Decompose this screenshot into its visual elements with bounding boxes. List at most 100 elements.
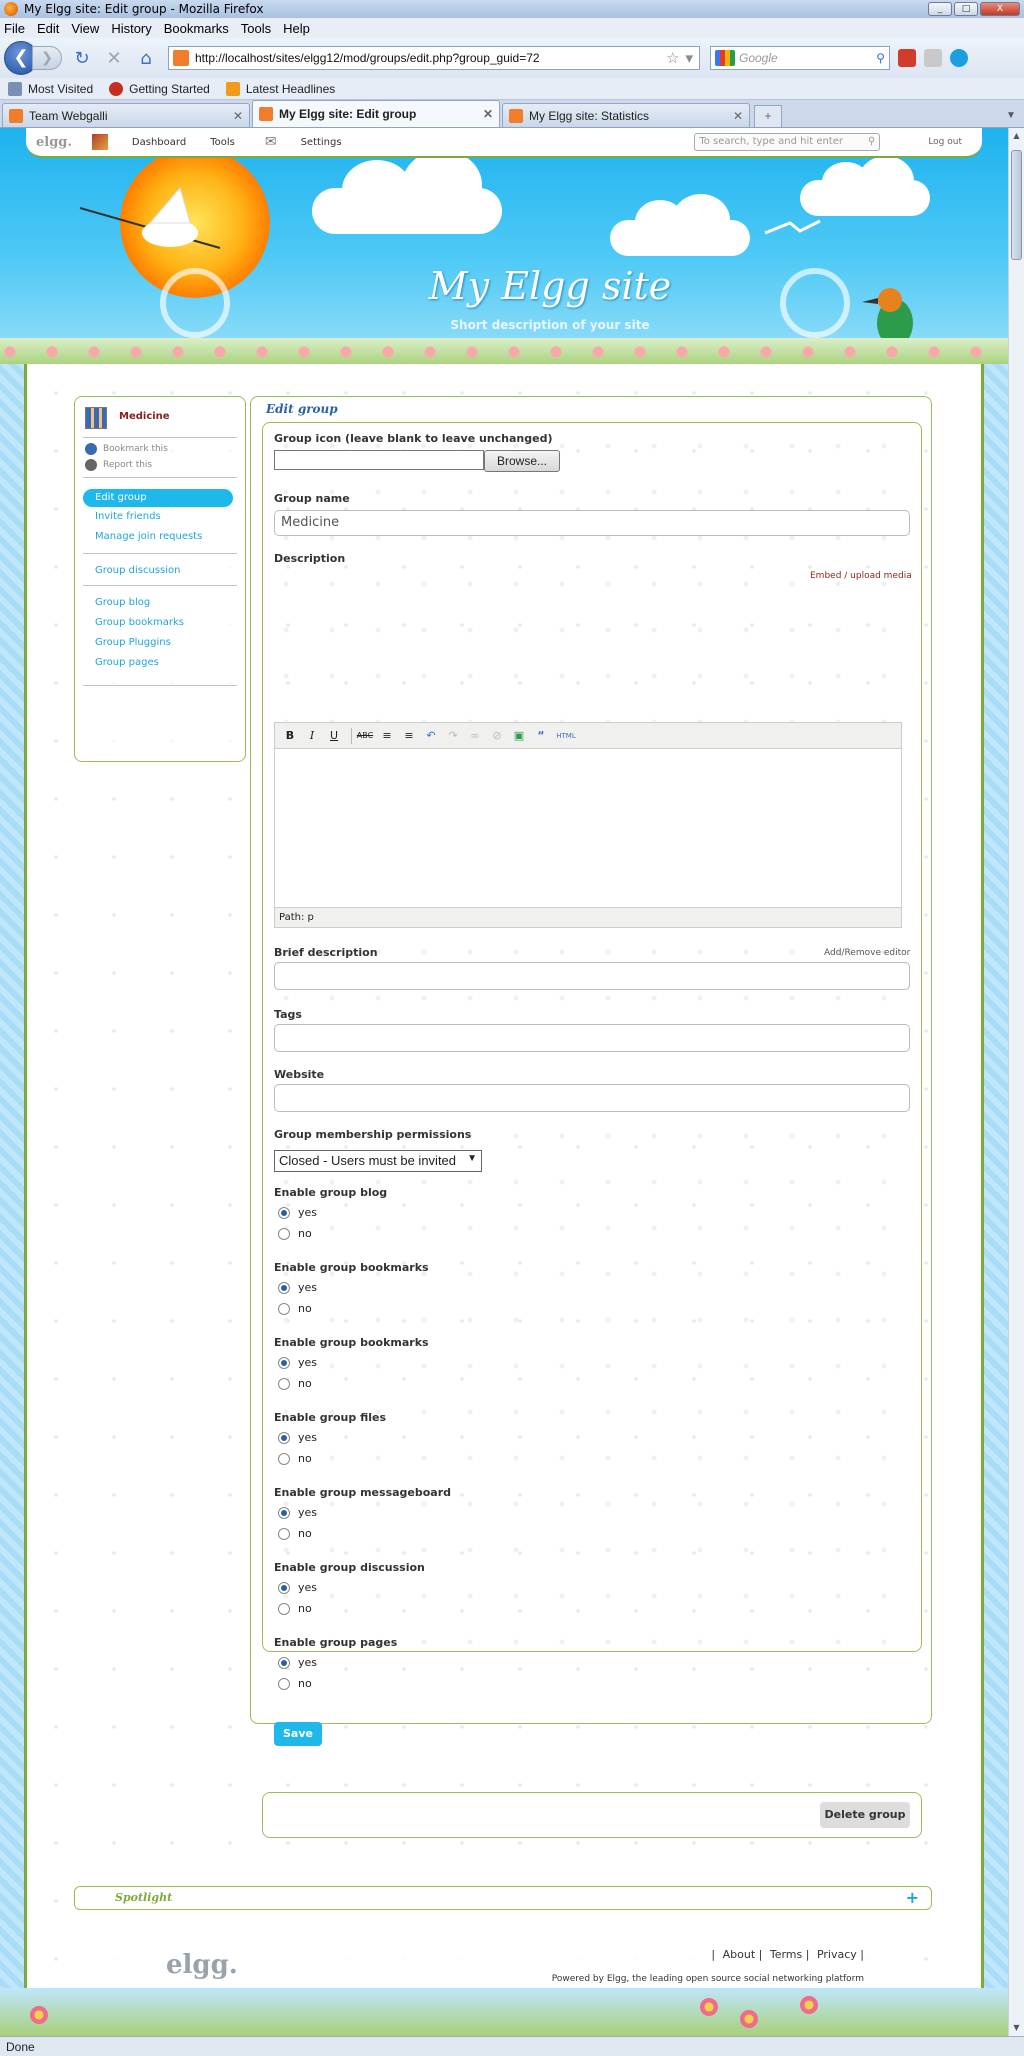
tab-edit-group[interactable]: My Elgg site: Edit group ✕ <box>252 100 500 127</box>
sidebar-item-edit-group[interactable]: Edit group <box>83 489 233 507</box>
topbar-link-dashboard[interactable]: Dashboard <box>132 137 186 148</box>
radio-button[interactable] <box>278 1227 290 1240</box>
radio-button[interactable] <box>278 1581 290 1594</box>
radio-button[interactable] <box>278 1527 290 1540</box>
bookmark-star-icon[interactable]: ☆ <box>666 49 679 67</box>
enable-pages-no[interactable]: no <box>278 1677 312 1690</box>
enable-bookmarks-no[interactable]: no <box>278 1302 312 1315</box>
enable-blog-no[interactable]: no <box>278 1227 312 1240</box>
membership-permissions-select[interactable]: Closed - Users must be invited ▼ <box>274 1150 482 1172</box>
embed-upload-media-link[interactable]: Embed / upload media <box>810 571 912 581</box>
radio-button[interactable] <box>278 1656 290 1669</box>
forward-button[interactable]: ❯ <box>32 46 62 70</box>
radio-button[interactable] <box>278 1602 290 1615</box>
description-editor[interactable]: B I U ABC ≡ ≡ ↶ ↷ ∞ ⊘ ▣ “ HTML Path: p <box>274 722 902 928</box>
site-search-input[interactable]: To search, type and hit enter ⚲ <box>694 133 881 151</box>
enable-bookmarks-2-no[interactable]: no <box>278 1377 312 1390</box>
topbar-link-settings[interactable]: Settings <box>301 137 342 148</box>
spotlight-toggle-icon[interactable]: + <box>906 1888 919 1907</box>
enable-blog-yes[interactable]: yes <box>278 1206 317 1219</box>
group-avatar[interactable] <box>85 407 107 429</box>
site-title[interactable]: My Elgg site <box>380 264 720 308</box>
numbered-list-icon[interactable]: ≡ <box>400 727 418 745</box>
messages-icon[interactable]: ✉ <box>265 134 277 150</box>
radio-button[interactable] <box>278 1677 290 1690</box>
add-remove-editor-link[interactable]: Add/Remove editor <box>824 948 910 958</box>
addon-icon-2[interactable] <box>924 49 942 67</box>
radio-button[interactable] <box>278 1206 290 1219</box>
blockquote-icon[interactable]: “ <box>532 727 550 745</box>
web-search-box[interactable]: Google ⚲ <box>710 46 890 70</box>
enable-bookmarks-yes[interactable]: yes <box>278 1281 317 1294</box>
browse-button[interactable]: Browse... <box>484 450 560 472</box>
unlink-icon[interactable]: ⊘ <box>488 727 506 745</box>
scroll-up-icon[interactable]: ▲ <box>1009 128 1024 144</box>
sidebar-item-group-pages[interactable]: Group pages <box>95 657 159 668</box>
radio-button[interactable] <box>278 1281 290 1294</box>
footer-link-terms[interactable]: Terms <box>770 1948 802 1961</box>
enable-bookmarks-2-yes[interactable]: yes <box>278 1356 317 1369</box>
topbar-link-tools[interactable]: Tools <box>210 137 235 148</box>
group-name-input[interactable]: Medicine <box>274 510 910 536</box>
enable-discussion-no[interactable]: no <box>278 1602 312 1615</box>
enable-discussion-yes[interactable]: yes <box>278 1581 317 1594</box>
redo-icon[interactable]: ↷ <box>444 727 462 745</box>
sidebar-item-manage-join-requests[interactable]: Manage join requests <box>95 531 202 542</box>
menu-history[interactable]: History <box>111 21 151 36</box>
addon-icon-1[interactable] <box>898 49 916 67</box>
tab-close-icon[interactable]: ✕ <box>733 109 743 123</box>
menu-help[interactable]: Help <box>283 21 310 36</box>
tab-close-icon[interactable]: ✕ <box>483 107 493 121</box>
menu-file[interactable]: File <box>4 21 25 36</box>
tags-input[interactable] <box>274 1024 910 1052</box>
menu-view[interactable]: View <box>71 21 99 36</box>
scrollbar-thumb[interactable] <box>1011 150 1022 260</box>
new-tab-button[interactable]: + <box>754 105 782 127</box>
skype-icon[interactable] <box>950 49 968 67</box>
elgg-topbar-logo[interactable]: elgg. <box>36 135 72 150</box>
logout-link[interactable]: Log out <box>928 137 962 147</box>
footer-link-about[interactable]: About <box>723 1948 756 1961</box>
underline-icon[interactable]: U <box>325 727 343 745</box>
search-icon[interactable]: ⚲ <box>876 51 885 65</box>
strikethrough-icon[interactable]: ABC <box>356 727 374 745</box>
url-text[interactable]: http://localhost/sites/elgg12/mod/groups… <box>195 51 666 65</box>
italic-icon[interactable]: I <box>303 727 321 745</box>
enable-messageboard-no[interactable]: no <box>278 1527 312 1540</box>
radio-button[interactable] <box>278 1356 290 1369</box>
image-icon[interactable]: ▣ <box>510 727 528 745</box>
menu-tools[interactable]: Tools <box>241 21 271 36</box>
undo-icon[interactable]: ↶ <box>422 727 440 745</box>
sidebar-item-invite-friends[interactable]: Invite friends <box>95 511 161 522</box>
menu-bookmarks[interactable]: Bookmarks <box>164 21 229 36</box>
brief-description-input[interactable] <box>274 962 910 990</box>
enable-files-yes[interactable]: yes <box>278 1431 317 1444</box>
bold-icon[interactable]: B <box>281 727 299 745</box>
report-this-link[interactable]: Report this <box>85 459 152 471</box>
search-icon[interactable]: ⚲ <box>868 136 875 148</box>
bullet-list-icon[interactable]: ≡ <box>378 727 396 745</box>
enable-files-no[interactable]: no <box>278 1452 312 1465</box>
tab-team-webgalli[interactable]: Team Webgalli ✕ <box>2 103 250 127</box>
minimize-button[interactable]: _ <box>928 2 952 16</box>
group-name-link[interactable]: Medicine <box>119 411 170 422</box>
bookmark-latest-headlines[interactable]: Latest Headlines <box>225 81 335 96</box>
url-dropdown-icon[interactable]: ▾ <box>685 49 693 67</box>
radio-button[interactable] <box>278 1452 290 1465</box>
group-icon-file-input[interactable] <box>274 450 484 470</box>
footer-link-privacy[interactable]: Privacy <box>817 1948 857 1961</box>
scroll-down-icon[interactable]: ▼ <box>1009 2020 1024 2036</box>
elgg-footer-logo[interactable]: elgg. <box>166 1950 238 1980</box>
close-window-button[interactable]: X <box>980 2 1020 16</box>
link-icon[interactable]: ∞ <box>466 727 484 745</box>
enable-pages-yes[interactable]: yes <box>278 1656 317 1669</box>
address-bar[interactable]: http://localhost/sites/elgg12/mod/groups… <box>168 46 700 70</box>
bookmark-this-link[interactable]: Bookmark this <box>85 443 168 455</box>
save-button[interactable]: Save <box>274 1722 322 1746</box>
sidebar-item-group-pluggins[interactable]: Group Pluggins <box>95 637 171 648</box>
sidebar-item-group-blog[interactable]: Group blog <box>95 597 150 608</box>
enable-messageboard-yes[interactable]: yes <box>278 1506 317 1519</box>
vertical-scrollbar[interactable]: ▲ ▼ <box>1008 128 1024 2036</box>
google-engine-icon[interactable] <box>715 50 735 66</box>
radio-button[interactable] <box>278 1506 290 1519</box>
